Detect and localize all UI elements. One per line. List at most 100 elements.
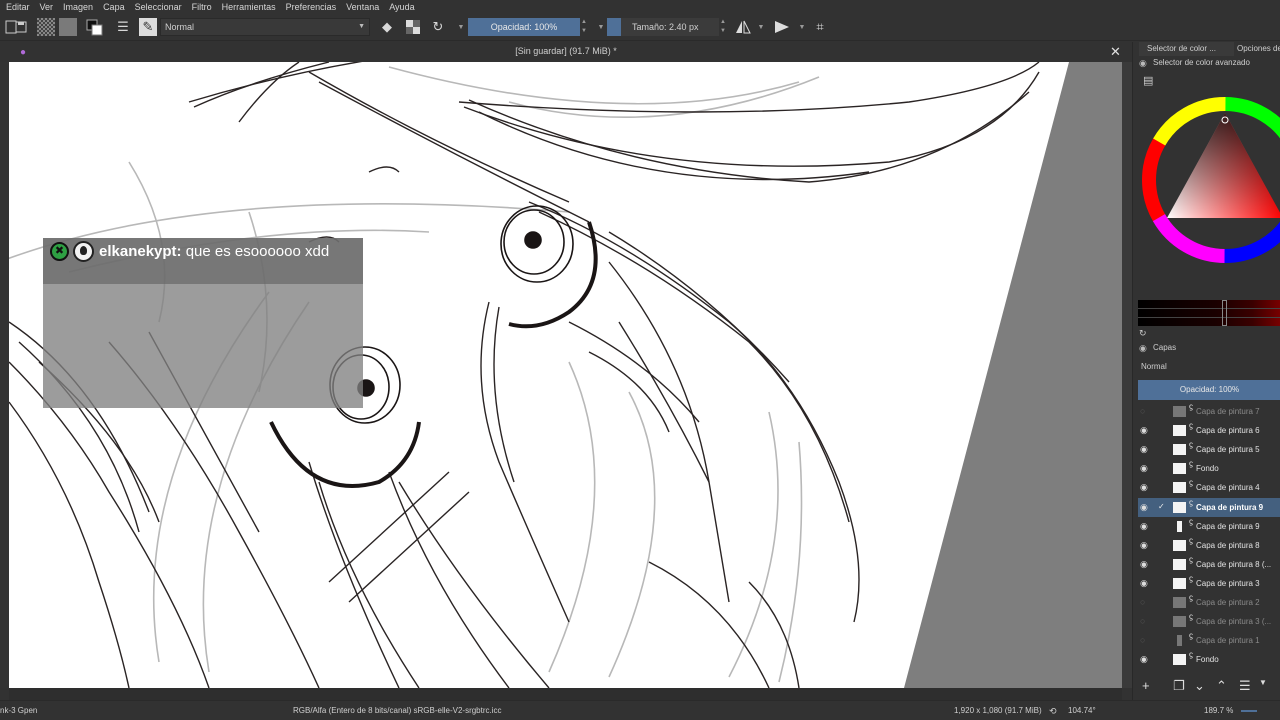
chevron-down-icon[interactable]: ▼ <box>1259 678 1267 687</box>
opacity-spin[interactable]: ▲ ▼ <box>580 18 588 36</box>
tab-options[interactable]: Opciones de <box>1237 42 1280 56</box>
visibility-eye-icon[interactable]: ◉ <box>1140 502 1152 512</box>
zoom-slider[interactable] <box>1241 710 1257 712</box>
save-icon[interactable] <box>12 18 30 36</box>
zoom-value[interactable]: 189.7 % <box>1204 706 1233 715</box>
menu-editar[interactable]: Editar <box>6 2 30 12</box>
chevron-down-icon[interactable]: ▼ <box>793 18 811 36</box>
color-history-bar[interactable] <box>1138 300 1280 326</box>
refresh-icon[interactable]: ↻ <box>1139 328 1147 339</box>
visibility-eye-icon[interactable]: ○ <box>1140 597 1152 607</box>
alpha-inherit-icon[interactable]: ϛ <box>1189 478 1193 487</box>
visibility-eye-icon[interactable]: ○ <box>1140 406 1152 416</box>
pattern-icon[interactable] <box>59 18 77 36</box>
chevron-down-icon[interactable]: ▼ <box>752 18 770 36</box>
layer-name: Capa de pintura 3 (... <box>1196 617 1272 627</box>
gradient-icon[interactable] <box>37 18 55 36</box>
visibility-eye-icon[interactable]: ◉ <box>1140 444 1152 454</box>
layer-opacity-slider[interactable]: Opacidad: 100% <box>1138 380 1280 400</box>
visibility-eye-icon[interactable]: ◉ <box>1140 559 1152 569</box>
layer-row[interactable]: ○ ϛ Capa de pintura 7 <box>1138 402 1280 421</box>
duplicate-layer-icon[interactable]: ❐ <box>1173 678 1185 694</box>
alpha-inherit-icon[interactable]: ϛ <box>1189 421 1193 430</box>
layer-row[interactable]: ○ ϛ Capa de pintura 1 <box>1138 631 1280 650</box>
layer-blend-mode[interactable]: Normal <box>1141 362 1167 371</box>
vertical-scrollbar[interactable] <box>1122 62 1132 688</box>
tab-color-selector[interactable]: Selector de color ... <box>1139 42 1234 56</box>
alpha-inherit-icon[interactable]: ϛ <box>1189 574 1193 583</box>
reload-icon[interactable]: ↻ <box>429 18 447 36</box>
layer-row[interactable]: ◉ ✓ ϛ Capa de pintura 9 <box>1138 497 1280 517</box>
color-settings-icon[interactable]: ▤ <box>1143 74 1153 87</box>
size-slider[interactable]: Tamaño: 2.40 px <box>607 18 719 36</box>
visibility-eye-icon[interactable]: ○ <box>1140 635 1152 645</box>
alpha-inherit-icon[interactable]: ϛ <box>1189 498 1193 507</box>
menu-seleccionar[interactable]: Seleccionar <box>135 2 182 12</box>
layer-name: Capa de pintura 9 <box>1196 521 1260 531</box>
wrap-around-icon[interactable]: ⌗ <box>811 18 829 36</box>
menu-filtro[interactable]: Filtro <box>192 2 212 12</box>
visibility-eye-icon[interactable]: ◉ <box>1140 425 1152 435</box>
layer-row[interactable]: ◉ ϛ Capa de pintura 8 <box>1138 536 1280 555</box>
horizontal-scrollbar[interactable] <box>9 688 1122 700</box>
alpha-inherit-icon[interactable]: ϛ <box>1189 555 1193 564</box>
menu-ver[interactable]: Ver <box>40 2 54 12</box>
layer-properties-icon[interactable]: ☰ <box>1239 678 1251 694</box>
color-swatch-icon[interactable] <box>85 18 103 36</box>
add-layer-icon[interactable]: + <box>1142 678 1150 693</box>
mirror-vertical-icon[interactable] <box>773 18 791 36</box>
alpha-inherit-icon[interactable]: ϛ <box>1189 517 1193 526</box>
hsv-color-wheel[interactable] <box>1133 92 1280 272</box>
size-spin[interactable]: ▲ ▼ <box>719 18 727 36</box>
mirror-horizontal-icon[interactable] <box>734 18 752 36</box>
alpha-inherit-icon[interactable]: ϛ <box>1189 402 1193 411</box>
menu-ventana[interactable]: Ventana <box>346 2 379 12</box>
layer-thumbnail <box>1173 577 1186 589</box>
layer-row[interactable]: ◉ ϛ Capa de pintura 6 <box>1138 421 1280 440</box>
brush-preset-icon[interactable]: ✎ <box>139 18 157 36</box>
close-document-icon[interactable]: ✕ <box>1110 44 1121 60</box>
alpha-inherit-icon[interactable]: ϛ <box>1189 536 1193 545</box>
brush-settings-icon[interactable]: ☰ <box>114 18 132 36</box>
docker-float-icon[interactable]: ◉ <box>1139 58 1147 69</box>
visibility-eye-icon[interactable]: ◉ <box>1140 578 1152 588</box>
visibility-eye-icon[interactable]: ○ <box>1140 616 1152 626</box>
layer-row[interactable]: ◉ ϛ Fondo <box>1138 459 1280 478</box>
alpha-inherit-icon[interactable]: ϛ <box>1189 631 1193 640</box>
layer-row[interactable]: ◉ ϛ Capa de pintura 5 <box>1138 440 1280 459</box>
alpha-inherit-icon[interactable]: ϛ <box>1189 440 1193 449</box>
visibility-eye-icon[interactable]: ◉ <box>1140 654 1152 664</box>
layer-thumbnail <box>1173 616 1186 628</box>
layer-row[interactable]: ○ ϛ Capa de pintura 2 <box>1138 593 1280 612</box>
visibility-eye-icon[interactable]: ◉ <box>1140 521 1152 531</box>
layer-row[interactable]: ◉ ϛ Capa de pintura 3 <box>1138 574 1280 593</box>
visibility-eye-icon[interactable]: ◉ <box>1140 482 1152 492</box>
layer-name: Capa de pintura 6 <box>1196 426 1260 436</box>
rotation-icon: ⟲ <box>1049 706 1057 716</box>
alpha-inherit-icon[interactable]: ϛ <box>1189 593 1193 602</box>
layer-row[interactable]: ◉ ϛ Capa de pintura 8 (... <box>1138 555 1280 574</box>
menu-herramientas[interactable]: Herramientas <box>222 2 276 12</box>
menu-preferencias[interactable]: Preferencias <box>286 2 337 12</box>
menu-imagen[interactable]: Imagen <box>63 2 93 12</box>
alpha-inherit-icon[interactable]: ϛ <box>1189 459 1193 468</box>
move-down-icon[interactable]: ⌄ <box>1194 678 1205 694</box>
blend-mode-select[interactable]: Normal ▼ <box>160 18 370 36</box>
layer-row[interactable]: ◉ ϛ Fondo <box>1138 650 1280 669</box>
layer-row[interactable]: ◉ ϛ Capa de pintura 4 <box>1138 478 1280 497</box>
docker-float-icon[interactable]: ◉ <box>1139 343 1147 354</box>
layer-thumbnail <box>1173 501 1186 513</box>
menu-ayuda[interactable]: Ayuda <box>389 2 414 12</box>
visibility-eye-icon[interactable]: ◉ <box>1140 540 1152 550</box>
visibility-eye-icon[interactable]: ◉ <box>1140 463 1152 473</box>
alpha-inherit-icon[interactable]: ϛ <box>1189 612 1193 621</box>
menu-capa[interactable]: Capa <box>103 2 125 12</box>
layer-row[interactable]: ○ ϛ Capa de pintura 3 (... <box>1138 612 1280 631</box>
move-up-icon[interactable]: ⌃ <box>1216 678 1227 694</box>
layer-row[interactable]: ◉ ϛ Capa de pintura 9 <box>1138 517 1280 536</box>
eraser-icon[interactable]: ◆ <box>378 18 396 36</box>
alpha-inherit-icon[interactable]: ϛ <box>1189 650 1193 659</box>
layer-thumbnail <box>1173 597 1186 608</box>
opacity-slider[interactable]: Opacidad: 100% <box>468 18 580 36</box>
preserve-alpha-icon[interactable] <box>404 18 422 36</box>
